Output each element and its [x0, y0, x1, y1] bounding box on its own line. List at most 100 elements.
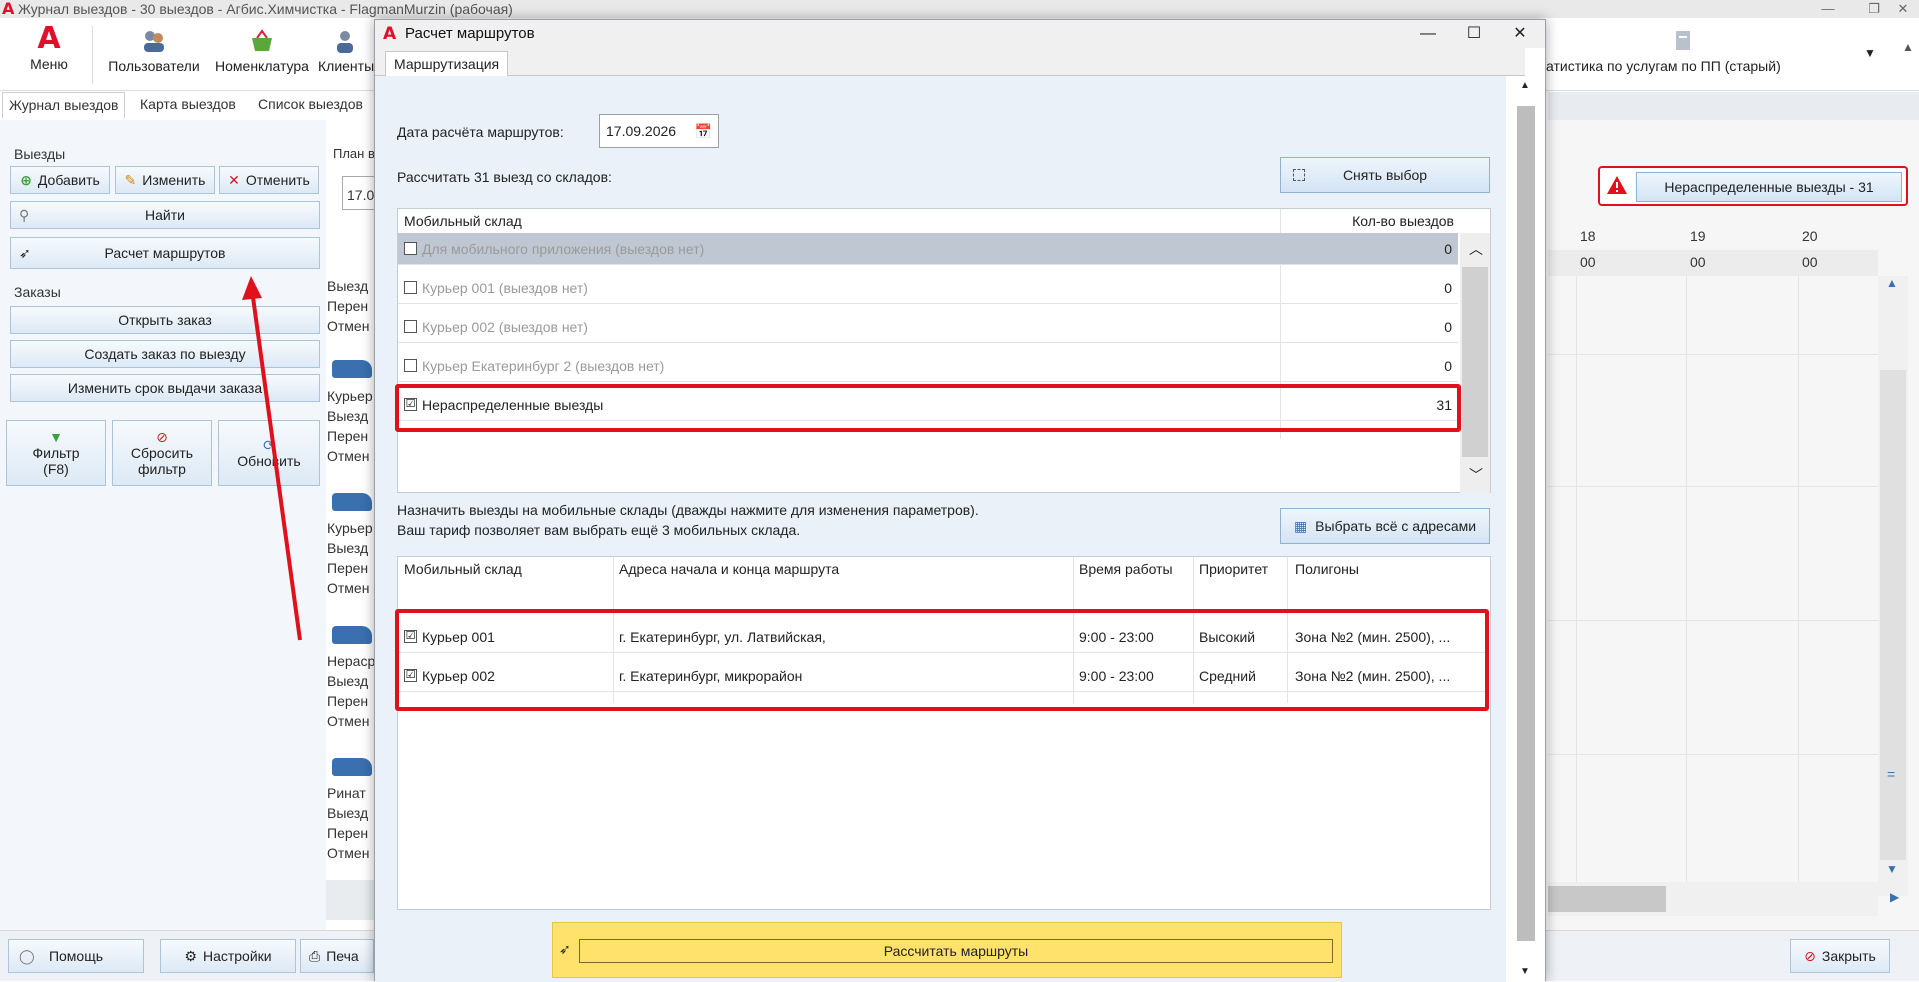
tab-routing[interactable]: Маршрутизация: [385, 51, 509, 77]
route-icon: ➶: [19, 244, 31, 261]
maximize-icon[interactable]: ☐: [1451, 20, 1497, 48]
users-icon: [144, 31, 164, 52]
clients-label: Клиенты: [318, 58, 375, 74]
edit-trip-button[interactable]: ✎ Изменить: [115, 166, 215, 194]
row-checkbox[interactable]: [404, 320, 417, 333]
scroll-down-icon[interactable]: ▼: [1886, 862, 1898, 876]
cancel-trip-button[interactable]: ✕ Отменить: [219, 166, 319, 194]
scroll-up-icon[interactable]: ▲: [1886, 276, 1898, 290]
grid-line: [1686, 276, 1687, 896]
schedule-block-3: Курьер Выезд Перен Отмен: [327, 518, 373, 598]
scroll-up-icon[interactable]: ▲: [1520, 80, 1530, 91]
close-button[interactable]: ⊘ Закрыть: [1790, 939, 1890, 973]
edit-label: Изменить: [142, 172, 206, 188]
close-icon[interactable]: ✕: [1880, 0, 1919, 18]
find-button[interactable]: ⚲ Найти: [10, 201, 320, 229]
plan-date-field[interactable]: 17.0: [342, 176, 378, 210]
open-order-button[interactable]: Открыть заказ: [10, 306, 320, 334]
printer-icon: ⎙: [309, 947, 321, 964]
cancel-label: Отменить: [245, 172, 310, 188]
users-button[interactable]: Пользователи: [102, 18, 206, 91]
hour-label: 19: [1690, 228, 1706, 244]
timeline-hscroll-thumb[interactable]: [1548, 886, 1666, 912]
warehouses-vscroll-thumb[interactable]: [1462, 267, 1488, 457]
nomenclature-button[interactable]: Номенклатура: [210, 18, 314, 91]
col-warehouse: Мобильный склад: [404, 213, 522, 229]
tab-trip-list[interactable]: Список выездов: [252, 92, 369, 118]
filter-button[interactable]: ▼ Фильтр (F8): [6, 420, 106, 486]
ribbon-dropdown-icon[interactable]: ▼: [1864, 46, 1876, 60]
help-button[interactable]: ◯ Помощь: [8, 939, 144, 973]
tab-trip-map[interactable]: Карта выездов: [134, 92, 242, 118]
schedule-line: Выезд: [327, 805, 369, 821]
unassigned-trips-button[interactable]: Нераспределенные выезды - 31: [1636, 172, 1902, 202]
grid-line: [1548, 620, 1878, 621]
calculate-bar: ➶ Рассчитать маршруты: [552, 922, 1342, 978]
van-icon: [332, 626, 372, 644]
dialog-vscroll-thumb[interactable]: [1517, 106, 1535, 941]
change-due-button[interactable]: Изменить срок выдачи заказа: [10, 374, 320, 402]
table-row[interactable]: Для мобильного приложения (выездов нет) …: [398, 233, 1458, 265]
scroll-down-icon[interactable]: ▼: [1520, 966, 1530, 977]
schedule-line: Ринат: [327, 785, 366, 801]
grid-line: [1548, 754, 1878, 755]
warehouses-vscroll[interactable]: ︿ ﹀: [1460, 233, 1490, 493]
row-count: 0: [1444, 241, 1452, 257]
van-icon: [332, 360, 372, 378]
minimize-icon[interactable]: —: [1805, 0, 1851, 18]
users-label: Пользователи: [108, 58, 200, 74]
ribbon-collapse-icon[interactable]: ▲: [1902, 40, 1914, 54]
chevron-down-icon[interactable]: ﹀: [1469, 465, 1483, 485]
settings-button[interactable]: ⚙ Настройки: [160, 939, 296, 973]
timeline-hscroll[interactable]: ▶: [1548, 882, 1899, 916]
schedule-line: Перен: [327, 825, 369, 841]
date-field[interactable]: 17.09.2026 📅: [599, 114, 719, 148]
report-icon: [1676, 31, 1690, 50]
schedule-block-4: Нераср Выезд Перен Отмен: [327, 651, 375, 731]
deselect-label: Снять выбор: [1342, 167, 1428, 183]
timeline-vscroll[interactable]: ▲ = ▼: [1878, 276, 1908, 896]
row-checkbox[interactable]: [404, 281, 417, 294]
route-calc-button[interactable]: ➶ Расчет маршрутов: [10, 237, 320, 269]
left-panel: Выезды ⊕ Добавить ✎ Изменить ✕ Отменить …: [0, 120, 326, 930]
highlight-unassigned-row: [395, 384, 1461, 432]
menu-button[interactable]: A Меню: [14, 18, 84, 91]
dialog-body: Дата расчёта маршрутов: 17.09.2026 📅 Рас…: [375, 76, 1506, 982]
van-icon: [332, 493, 372, 511]
minimize-icon[interactable]: —: [1405, 20, 1451, 48]
schedule-line: Нераср: [327, 653, 376, 669]
schedule-line: Перен: [327, 693, 369, 709]
select-all-with-addresses-button[interactable]: ▦ Выбрать всё с адресами: [1280, 508, 1490, 544]
app-logo-icon: A: [383, 24, 397, 44]
timeline-vscroll-thumb[interactable]: [1880, 370, 1906, 860]
reset-filter-button[interactable]: ⊘ Сбросить фильтр: [112, 420, 212, 486]
clients-button[interactable]: Клиенты: [318, 18, 375, 91]
report-button[interactable]: атистика по услугам по ПП (старый): [1546, 18, 1816, 91]
scroll-right-icon[interactable]: ▶: [1890, 890, 1899, 904]
warning-icon: [1606, 174, 1628, 198]
refresh-button[interactable]: ⟳ Обновить: [218, 420, 320, 486]
row-checkbox[interactable]: [404, 359, 417, 372]
hour-label: 18: [1580, 228, 1596, 244]
menu-label: Меню: [30, 56, 68, 72]
print-button[interactable]: ⎙ Печа: [300, 939, 374, 973]
tab-trip-journal[interactable]: Журнал выездов: [2, 92, 126, 118]
schedule-block-1: Выезд Перен Отмен: [327, 276, 369, 336]
schedule-line: Выезд: [327, 540, 369, 556]
dialog-vscroll[interactable]: ▲ ▼: [1506, 76, 1545, 982]
table-row[interactable]: Курьер Екатеринбург 2 (выездов нет) 0: [398, 350, 1458, 382]
calculate-routes-button[interactable]: Рассчитать маршруты: [579, 939, 1333, 963]
schedule-block-2: Курьер Выезд Перен Отмен: [327, 386, 373, 466]
deselect-button[interactable]: Снять выбор: [1280, 157, 1490, 193]
table-row[interactable]: Курьер 001 (выездов нет) 0: [398, 272, 1458, 304]
create-order-button[interactable]: Создать заказ по выезду: [10, 340, 320, 368]
calendar-icon[interactable]: 📅: [695, 123, 712, 140]
chevron-up-icon[interactable]: ︿: [1469, 239, 1483, 259]
row-name: Курьер Екатеринбург 2 (выездов нет): [422, 358, 665, 374]
close-icon[interactable]: ✕: [1497, 20, 1543, 48]
table-row[interactable]: Курьер 002 (выездов нет) 0: [398, 311, 1458, 343]
row-checkbox[interactable]: [404, 242, 417, 255]
add-trip-button[interactable]: ⊕ Добавить: [10, 166, 110, 194]
timeline-minutes: 00 00 00: [1548, 250, 1878, 276]
reset-filter-label: Сбросить фильтр: [130, 445, 194, 477]
